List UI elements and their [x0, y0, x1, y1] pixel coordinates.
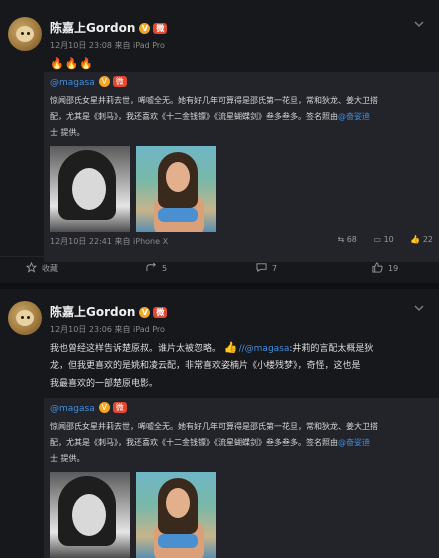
- verified-badge: V: [139, 307, 151, 318]
- post-meta: 12月10日 23:06 来自 iPad Pro: [50, 325, 165, 334]
- comment-icon: [256, 263, 267, 273]
- vip-badge: 微: [112, 76, 127, 87]
- star-icon: [26, 262, 37, 273]
- repost-box[interactable]: @magasa V 微 惊闻邵氏女星井莉去世，唏嘘全无。她有好几年可算得是邵氏第一花…: [44, 72, 439, 262]
- repost-icon[interactable]: ⇆ 68: [337, 235, 356, 244]
- post-meta: 12月10日 23:08 来自 iPad Pro: [50, 41, 165, 50]
- photo-bw-portrait[interactable]: [50, 472, 130, 558]
- mention-link[interactable]: //@magasa: [239, 344, 290, 354]
- repost-button[interactable]: 5: [146, 262, 167, 273]
- avatar[interactable]: [8, 17, 42, 51]
- verified-badge: V: [98, 76, 110, 87]
- repost-line-1: 惊闻邵氏女星井莉去世，唏嘘全无。她有好几年可算得是邵氏第一花旦，常和狄龙、姜大卫…: [50, 422, 378, 431]
- repost-stats: ⇆ 68 ▭ 10 👍 22: [323, 235, 433, 244]
- clap-emoji: 👍: [223, 341, 239, 354]
- verified-badge: V: [139, 23, 151, 34]
- like-icon[interactable]: 👍 22: [410, 235, 433, 244]
- repost-line-1: 惊闻邵氏女星井莉去世，唏嘘全无。她有好几年可算得是邵氏第一花旦，常和狄龙、姜大卫…: [50, 96, 378, 105]
- favorite-button[interactable]: 收藏: [26, 262, 58, 274]
- author-name[interactable]: 陈嘉上Gordon V 微: [50, 19, 168, 36]
- repost-box[interactable]: @magasa V 微 惊闻邵氏女星井莉去世，唏嘘全无。她有好几年可算得是邵氏第一花…: [44, 398, 439, 558]
- comment-icon[interactable]: ▭ 10: [373, 235, 393, 244]
- post-line-1: 我也曾经这样告诉楚原叔。谁片太被忽略。 👍//@magasa:井莉的言配太概是狄: [50, 341, 374, 354]
- action-bar: 收藏 5 7 19: [0, 256, 439, 280]
- post-text: 🔥🔥🔥: [50, 56, 430, 73]
- verified-badge: V: [98, 402, 110, 413]
- vip-badge: 微: [112, 402, 127, 413]
- vip-badge: 微: [153, 307, 168, 318]
- repost-line-3: 士 提供。: [50, 454, 85, 463]
- post-line-2: 龙，但我更喜欢的是姚和凌云配，非常喜欢姿楠片《小楼残梦》，奇怪，这也是: [50, 361, 361, 371]
- like-button[interactable]: 19: [372, 262, 398, 273]
- repost-line-3: 士 提供。: [50, 128, 85, 137]
- share-icon: [146, 262, 156, 272]
- mention-link[interactable]: @奋娑迪: [338, 112, 370, 121]
- repost-meta: 12月10日 22:41 来自 iPhone X: [50, 237, 169, 246]
- chevron-down-icon[interactable]: [413, 302, 425, 314]
- author-name[interactable]: 陈嘉上Gordon V 微: [50, 303, 168, 320]
- avatar-face: [16, 26, 34, 42]
- photo-color-portrait[interactable]: [136, 146, 216, 232]
- photo-bw-portrait[interactable]: [50, 146, 130, 232]
- repost-line-2: 配，尤其是《刺马》，我还喜欢《十二金钱镖》《流星蝴蝶剑》叁多叁多。签名照由@奋娑…: [50, 438, 370, 447]
- repost-author[interactable]: @magasa V 微: [50, 76, 127, 88]
- fire-emoji: 🔥🔥🔥: [50, 57, 95, 70]
- mention-link[interactable]: @奋娑迪: [338, 438, 370, 447]
- avatar[interactable]: [8, 301, 42, 335]
- repost-author[interactable]: @magasa V 微: [50, 402, 127, 414]
- post-line-3: 我最喜欢的一部楚原电影。: [50, 379, 159, 389]
- comment-button[interactable]: 7: [256, 262, 277, 273]
- weibo-post-1: 陈嘉上Gordon V 微 12月10日 23:08 来自 iPad Pro 🔥🔥🔥…: [0, 0, 439, 283]
- chevron-down-icon[interactable]: [413, 18, 425, 30]
- thumbs-up-icon: [372, 262, 383, 273]
- vip-badge: 微: [153, 23, 168, 34]
- repost-line-2: 配，尤其是《刺马》，我还喜欢《十二金钱镖》《流星蝴蝶剑》叁多叁多。签名照由@奋娑…: [50, 112, 370, 121]
- photo-color-portrait[interactable]: [136, 472, 216, 558]
